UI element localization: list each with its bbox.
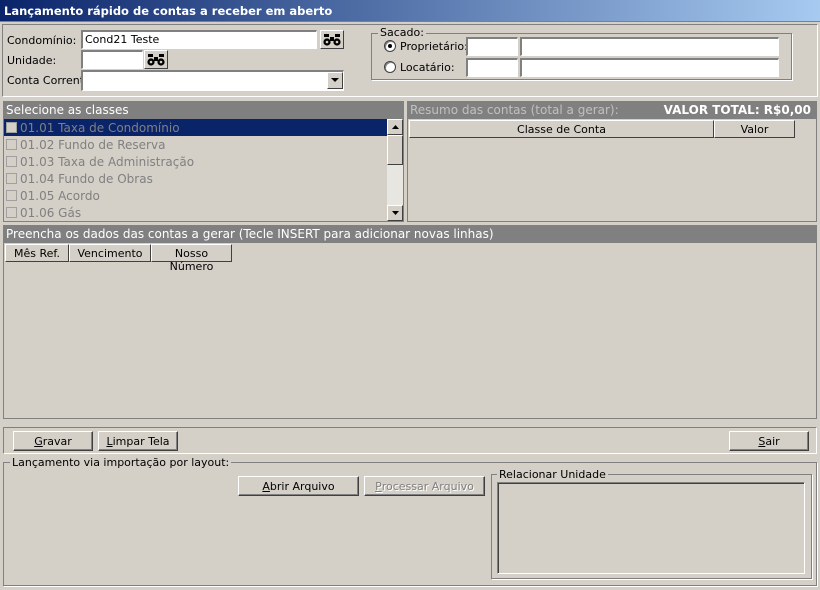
classes-checkbox[interactable] bbox=[6, 156, 17, 167]
list-item[interactable]: 01.04 Fundo de Obras bbox=[4, 170, 403, 187]
classes-item-label: 01.06 Gás bbox=[20, 205, 82, 220]
search-condominio-button[interactable] bbox=[320, 30, 344, 49]
arrow-up-icon bbox=[391, 125, 399, 129]
sair-label: air bbox=[765, 434, 780, 448]
conta-corrente-dropdown-button[interactable] bbox=[327, 72, 343, 89]
conta-corrente-select[interactable] bbox=[81, 70, 344, 91]
proprietario-radio[interactable] bbox=[384, 40, 396, 52]
sair-button[interactable]: Sair bbox=[729, 431, 809, 451]
gravar-accelerator: G bbox=[34, 434, 43, 448]
scroll-thumb[interactable] bbox=[387, 135, 403, 165]
chevron-down-icon bbox=[331, 78, 339, 82]
window-title-bar: Lançamento rápido de contas a receber em… bbox=[0, 0, 820, 22]
list-item[interactable]: 01.05 Acordo bbox=[4, 187, 403, 204]
classes-item-label: 01.01 Taxa de Condomínio bbox=[20, 120, 180, 135]
dados-header-label: Preencha os dados das contas a gerar (Te… bbox=[6, 227, 494, 241]
classes-item-label: 01.05 Acordo bbox=[20, 188, 100, 203]
proprietario-label: Proprietário: bbox=[400, 40, 468, 53]
col-header-valor[interactable]: Valor bbox=[714, 120, 795, 138]
col-header-nosso-numero[interactable]: Nosso Número bbox=[151, 244, 232, 273]
scroll-down-button[interactable] bbox=[387, 205, 403, 221]
gravar-button[interactable]: Gravar bbox=[13, 431, 93, 451]
locatario-name-input[interactable] bbox=[520, 58, 779, 77]
resumo-grid[interactable]: Classe de Conta Valor bbox=[407, 118, 817, 222]
binoculars-icon bbox=[147, 53, 165, 66]
sair-accelerator: S bbox=[758, 434, 766, 448]
proprietario-code-input[interactable] bbox=[466, 37, 518, 56]
relacionar-unidade-list[interactable] bbox=[497, 482, 805, 574]
window-title: Lançamento rápido de contas a receber em… bbox=[4, 4, 333, 18]
resumo-header: Resumo das contas (total a gerar): VALOR… bbox=[407, 101, 817, 118]
importacao-legend: Lançamento via importação por layout: bbox=[10, 456, 232, 469]
classes-checkbox[interactable] bbox=[6, 139, 17, 150]
unidade-label: Unidade: bbox=[7, 54, 57, 67]
locatario-code-input[interactable] bbox=[466, 58, 518, 77]
condominio-input[interactable]: Cond21 Teste bbox=[81, 30, 317, 49]
locatario-label: Locatário: bbox=[400, 61, 455, 74]
search-unidade-button[interactable] bbox=[144, 50, 168, 69]
limpar-tela-button[interactable]: Limpar Tela bbox=[98, 431, 178, 451]
abrir-arquivo-button[interactable]: Abrir Arquivo bbox=[238, 476, 359, 496]
classes-scrollbar[interactable] bbox=[387, 119, 403, 221]
valor-total: VALOR TOTAL: R$0,00 bbox=[663, 103, 811, 117]
classes-list[interactable]: 01.01 Taxa de Condomínio 01.02 Fundo de … bbox=[3, 118, 404, 222]
proprietario-name-input[interactable] bbox=[520, 37, 779, 56]
classes-header-label: Selecione as classes bbox=[6, 103, 129, 117]
processar-accelerator: P bbox=[375, 479, 382, 493]
resumo-header-label: Resumo das contas (total a gerar): bbox=[410, 103, 619, 117]
limpar-label: impar Tela bbox=[112, 434, 170, 448]
classes-header: Selecione as classes bbox=[3, 101, 404, 118]
arrow-down-icon bbox=[391, 211, 399, 215]
col-header-mes-ref[interactable]: Mês Ref. bbox=[5, 244, 69, 262]
classes-checkbox[interactable] bbox=[6, 173, 17, 184]
col-header-vencimento[interactable]: Vencimento bbox=[69, 244, 151, 262]
dados-grid[interactable]: Mês Ref. Vencimento Nosso Número bbox=[3, 242, 817, 419]
classes-item-label: 01.04 Fundo de Obras bbox=[20, 171, 153, 186]
locatario-radio[interactable] bbox=[384, 61, 396, 73]
relacionar-unidade-legend: Relacionar Unidade bbox=[497, 468, 608, 481]
condominio-label: Condomínio: bbox=[7, 34, 77, 47]
dados-header: Preencha os dados das contas a gerar (Te… bbox=[3, 225, 817, 242]
abrir-label: brir Arquivo bbox=[269, 479, 335, 493]
gravar-label: ravar bbox=[42, 434, 72, 448]
classes-checkbox[interactable] bbox=[6, 122, 17, 133]
condominio-value: Cond21 Teste bbox=[85, 33, 160, 46]
classes-item-label: 01.03 Taxa de Administração bbox=[20, 154, 195, 169]
classes-checkbox[interactable] bbox=[6, 207, 17, 218]
classes-checkbox[interactable] bbox=[6, 190, 17, 201]
classes-item-label: 01.02 Fundo de Reserva bbox=[20, 137, 166, 152]
col-header-classe[interactable]: Classe de Conta bbox=[409, 120, 714, 138]
scroll-up-button[interactable] bbox=[387, 119, 403, 135]
unidade-input[interactable] bbox=[81, 50, 143, 69]
processar-label: rocessar Arquivo bbox=[381, 479, 474, 493]
sacado-legend: Sacado: bbox=[378, 26, 426, 39]
abrir-accelerator: A bbox=[262, 479, 270, 493]
binoculars-icon bbox=[323, 33, 341, 46]
list-item[interactable]: 01.06 Gás bbox=[4, 204, 403, 221]
processar-arquivo-button[interactable]: Processar Arquivo bbox=[364, 476, 485, 496]
list-item[interactable]: 01.01 Taxa de Condomínio bbox=[4, 119, 387, 136]
list-item[interactable]: 01.03 Taxa de Administração bbox=[4, 153, 403, 170]
list-item[interactable]: 01.02 Fundo de Reserva bbox=[4, 136, 403, 153]
